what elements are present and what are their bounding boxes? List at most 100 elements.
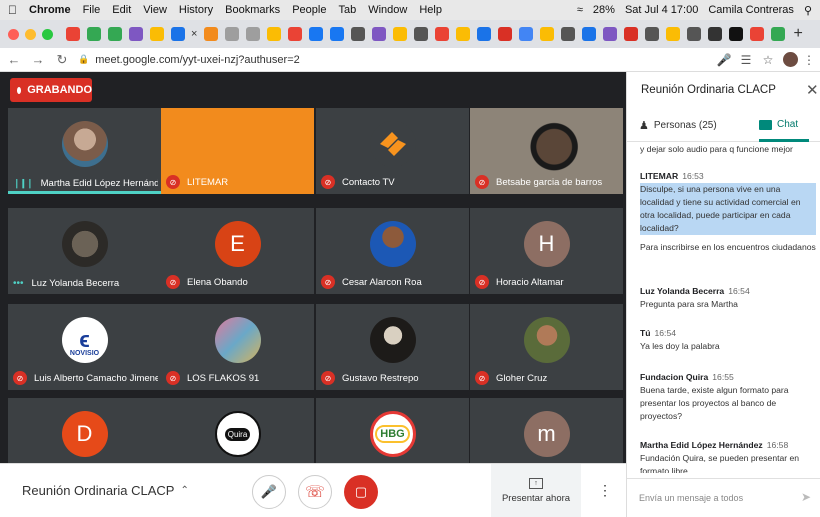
tab-generic-icon[interactable] — [561, 27, 576, 41]
menu-edit[interactable]: Edit — [112, 4, 131, 16]
menu-window[interactable]: Window — [368, 4, 407, 16]
send-icon[interactable]: ➤ — [801, 490, 811, 504]
participant-tile[interactable]: E ⊘ Elena Obando — [161, 208, 314, 294]
tab-drive-icon[interactable] — [540, 27, 555, 41]
more-options-icon[interactable]: ⋮ — [598, 482, 612, 499]
mic-off-icon: ⊘ — [166, 175, 180, 189]
tab-facebook-icon[interactable] — [330, 27, 345, 41]
tab-generic-icon[interactable] — [246, 27, 261, 41]
url-text[interactable]: meet.google.com/yyt-uxei-nzj?authuser=2 — [95, 54, 300, 66]
star-icon[interactable]: ☆ — [757, 53, 779, 67]
message-text: Fundación Quira, se pueden presentar en … — [640, 453, 800, 473]
menu-dots-icon[interactable]: ⋮ — [798, 53, 820, 67]
hang-up-button[interactable]: ☏ — [298, 475, 332, 509]
chevron-up-icon[interactable]: ⌃ — [180, 485, 188, 496]
tab-people[interactable]: ♟ Personas (25) — [639, 119, 717, 132]
mic-off-icon: ⊘ — [13, 371, 27, 385]
tab-generic-icon[interactable] — [624, 27, 639, 41]
tab-slides-icon[interactable] — [204, 27, 219, 41]
reload-icon[interactable]: ↻ — [52, 52, 72, 68]
participant-tile[interactable]: ⊘ Gustavo Restrepo — [316, 304, 469, 390]
present-now-button[interactable]: ↑ Presentar ahora — [491, 464, 581, 517]
tab-generic-icon[interactable] — [267, 27, 282, 41]
message-text: Pregunta para sra Martha — [640, 299, 738, 309]
tab-sheets-icon[interactable] — [108, 27, 122, 41]
tab-forms-icon[interactable] — [129, 27, 143, 41]
new-tab-button[interactable]: + — [793, 25, 802, 43]
tab-drive-icon[interactable] — [150, 27, 164, 41]
menu-history[interactable]: History — [179, 4, 213, 16]
wifi-icon[interactable]: ≈ — [577, 4, 583, 16]
tab-gmail-icon[interactable] — [435, 27, 450, 41]
tab-generic-icon[interactable] — [288, 27, 303, 41]
forward-icon[interactable]: → — [28, 52, 48, 67]
participant-tile[interactable]: ⊘ LOS FLAKOS 91 — [161, 304, 314, 390]
omnibox[interactable]: 🔒 meet.google.com/yyt-uxei-nzj?authuser=… — [78, 54, 713, 66]
menu-file[interactable]: File — [83, 4, 101, 16]
tab-chat[interactable]: Chat — [759, 119, 798, 130]
participant-tile[interactable]: ⊘ LITEMAR — [161, 108, 314, 194]
tab-generic-icon[interactable] — [666, 27, 681, 41]
search-icon[interactable]: ⚲ — [804, 4, 812, 17]
zoom-window-dot[interactable] — [42, 28, 53, 40]
microphone-icon[interactable]: 🎤 — [713, 53, 735, 67]
participant-tile[interactable]: ϵ NOVISIO ⊘ Luis Alberto Camacho Jimenez — [8, 304, 161, 390]
tab-generic-icon[interactable] — [393, 27, 408, 41]
tab-generic-icon[interactable] — [750, 27, 765, 41]
menu-tab[interactable]: Tab — [338, 4, 356, 16]
participant-tile[interactable]: ⊘ Cesar Alarcon Roa — [316, 208, 469, 294]
meeting-details[interactable]: Reunión Ordinaria CLACP ⌃ — [22, 483, 189, 498]
menu-help[interactable]: Help — [419, 4, 442, 16]
participant-tile[interactable]: ⊘ Gloher Cruz — [470, 304, 623, 390]
tab-generic-icon[interactable] — [498, 27, 513, 41]
profile-avatar[interactable] — [783, 52, 798, 67]
tab-generic-icon[interactable] — [582, 27, 597, 41]
mic-button[interactable]: 🎤 — [252, 475, 286, 509]
tab-drive-icon[interactable] — [456, 27, 471, 41]
tab-close-icon[interactable]: × — [191, 28, 197, 40]
menu-app[interactable]: Chrome — [29, 4, 71, 16]
translate-icon[interactable]: ☰ — [735, 53, 757, 67]
participant-tile[interactable]: ••• Luz Yolanda Becerra — [8, 208, 161, 294]
participant-tile[interactable]: H ⊘ Horacio Altamar — [470, 208, 623, 294]
back-icon[interactable]: ← — [4, 52, 24, 67]
tab-generic-icon[interactable] — [414, 27, 429, 41]
lock-icon[interactable]: 🔒 — [78, 54, 89, 65]
tab-generic-icon[interactable] — [225, 27, 240, 41]
tab-google-icon[interactable] — [519, 27, 534, 41]
menu-bookmarks[interactable]: Bookmarks — [225, 4, 280, 16]
user-name[interactable]: Camila Contreras — [708, 4, 794, 16]
participant-tile[interactable]: ⊘ Betsabe garcia de barros — [470, 108, 623, 194]
chat-message: Martha Edid López Hernández 16:58 Fundaci… — [640, 439, 816, 473]
address-bar-row: ← → ↻ 🔒 meet.google.com/yyt-uxei-nzj?aut… — [0, 48, 820, 72]
tab-gmail-icon[interactable] — [66, 27, 80, 41]
camera-button[interactable]: ▢ — [344, 475, 378, 509]
apple-icon[interactable]:  — [8, 3, 17, 17]
close-window-dot[interactable] — [8, 28, 19, 40]
chat-input-placeholder[interactable]: Envía un mensaje a todos — [639, 493, 743, 503]
participant-name: Contacto TV — [342, 176, 395, 188]
minimize-window-dot[interactable] — [25, 28, 36, 40]
tab-meet-icon[interactable] — [771, 27, 786, 41]
close-icon[interactable]: ✕ — [806, 81, 819, 99]
tab-generic-icon[interactable] — [645, 27, 660, 41]
tab-generic-icon[interactable] — [729, 27, 744, 41]
tab-forms-icon[interactable] — [372, 27, 387, 41]
menu-view[interactable]: View — [143, 4, 167, 16]
tab-forms-icon[interactable] — [603, 27, 618, 41]
chat-input[interactable]: Envía un mensaje a todos ➤ — [627, 478, 820, 517]
tab-sheets-icon[interactable] — [87, 27, 101, 41]
menu-people[interactable]: People — [292, 4, 326, 16]
tab-docs-icon[interactable] — [171, 27, 185, 41]
tab-generic-icon[interactable] — [708, 27, 723, 41]
tab-generic-icon[interactable] — [351, 27, 366, 41]
clock[interactable]: Sat Jul 4 17:00 — [625, 4, 698, 16]
record-dot-icon — [17, 86, 22, 94]
participant-tile[interactable]: ❘❙❘ Martha Edid López Hernández — [8, 108, 161, 194]
tab-facebook-icon[interactable] — [309, 27, 324, 41]
tab-docs-icon[interactable] — [477, 27, 492, 41]
recording-badge[interactable]: GRABANDO — [10, 78, 92, 102]
tab-generic-icon[interactable] — [687, 27, 702, 41]
participant-tile[interactable]: ⊘ Contacto TV — [316, 108, 469, 194]
avatar-initial: E — [214, 221, 261, 268]
